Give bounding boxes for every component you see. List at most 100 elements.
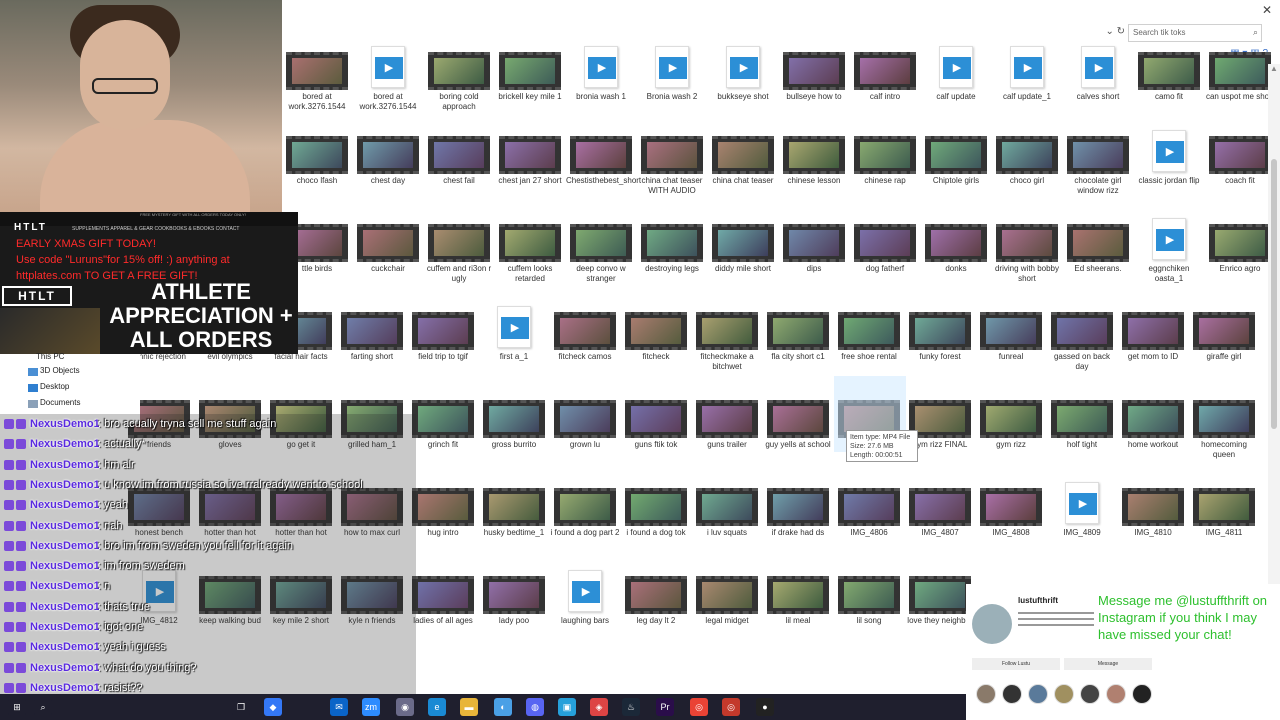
file-item[interactable]: china chat teaser WITH AUDIO <box>637 136 707 222</box>
file-item[interactable]: homecoming queen <box>1189 400 1259 486</box>
outlook-icon[interactable]: ✉ <box>330 698 348 716</box>
file-item[interactable]: brickell key mile 1 <box>495 52 565 138</box>
chrome2-icon[interactable]: ◎ <box>722 698 740 716</box>
file-item[interactable]: bullseye how to <box>779 52 849 138</box>
app4-icon[interactable]: ▣ <box>558 698 576 716</box>
highlight-icon[interactable] <box>1080 684 1100 704</box>
nav-item-3d-objects[interactable]: 3D Objects <box>40 366 80 375</box>
nav-item-desktop[interactable]: Desktop <box>40 382 69 391</box>
file-item[interactable]: holf tight <box>1047 400 1117 486</box>
steam-icon[interactable]: ♨ <box>622 698 640 716</box>
file-item[interactable]: driving with bobby short <box>992 224 1062 310</box>
highlight-icon[interactable] <box>1028 684 1048 704</box>
file-item[interactable]: chinese rap <box>850 136 920 222</box>
file-item[interactable]: coach fit <box>1205 136 1275 222</box>
file-item[interactable]: IMG_4808 <box>976 488 1046 574</box>
scroll-thumb[interactable] <box>1271 159 1277 429</box>
file-item[interactable]: leg day lt 2 <box>621 576 691 662</box>
highlight-icon[interactable] <box>976 684 996 704</box>
file-item[interactable]: fitcheck camos <box>550 312 620 398</box>
file-item[interactable]: chest day <box>353 136 423 222</box>
file-item[interactable]: choco girl <box>992 136 1062 222</box>
folder-icon[interactable]: ▬ <box>460 698 478 716</box>
file-item[interactable]: funky forest <box>905 312 975 398</box>
file-item[interactable]: fla city short c1 <box>763 312 833 398</box>
file-item[interactable]: diddy mile short <box>708 224 778 310</box>
highlight-icon[interactable] <box>1054 684 1074 704</box>
file-item[interactable]: lady poo <box>479 576 549 662</box>
file-item[interactable]: legal midget <box>692 576 762 662</box>
file-item[interactable]: grinch fit <box>408 400 478 486</box>
follow-button[interactable]: Follow Lustu <box>972 658 1060 670</box>
file-item[interactable]: farting short <box>337 312 407 398</box>
highlight-icon[interactable] <box>1106 684 1126 704</box>
file-item[interactable]: guy yells at school <box>763 400 833 486</box>
file-item[interactable]: ▶ bronia wash 1 <box>566 46 636 138</box>
file-item[interactable]: cuckchair <box>353 224 423 310</box>
file-item[interactable]: boring cold approach <box>424 52 494 138</box>
chrome-icon[interactable]: ◎ <box>690 698 708 716</box>
highlight-icon[interactable] <box>1002 684 1022 704</box>
file-item[interactable]: fitcheck <box>621 312 691 398</box>
file-item[interactable]: ▶ calf update <box>921 46 991 138</box>
obs-icon[interactable]: ● <box>756 698 774 716</box>
file-item[interactable]: grown lu <box>550 400 620 486</box>
file-item[interactable]: ▶ bukkseye shot <box>708 46 778 138</box>
file-item[interactable]: hug intro <box>408 488 478 574</box>
file-item[interactable]: gassed on back day <box>1047 312 1117 398</box>
file-item[interactable]: Chiptole girls <box>921 136 991 222</box>
file-item[interactable]: IMG_4811 <box>1189 488 1259 574</box>
taskview-icon[interactable]: ❐ <box>232 698 250 716</box>
file-item[interactable]: IMG_4810 <box>1118 488 1188 574</box>
file-item[interactable]: bored at work.3276.1544 <box>282 52 352 138</box>
file-item[interactable]: ▶ classic jordan flip <box>1134 130 1204 222</box>
scroll-up-icon[interactable]: ▲ <box>1270 64 1278 73</box>
file-item[interactable]: fitcheckmake a bitchwet <box>692 312 762 398</box>
file-item[interactable]: giraffe girl <box>1189 312 1259 398</box>
file-item[interactable]: IMG_4807 <box>905 488 975 574</box>
file-item[interactable]: ▶ eggnchiken oasta_1 <box>1134 218 1204 310</box>
file-item[interactable]: cuffem and ri3on r ugly <box>424 224 494 310</box>
app-icon[interactable]: ◆ <box>264 698 282 716</box>
file-item[interactable]: ▶ calf update_1 <box>992 46 1062 138</box>
file-item[interactable]: i found a dog tok <box>621 488 691 574</box>
file-item[interactable]: lil song <box>834 576 904 662</box>
file-item[interactable]: ▶ first a_1 <box>479 306 549 398</box>
file-item[interactable]: chest jan 27 short <box>495 136 565 222</box>
file-item[interactable]: husky bedtime_1 <box>479 488 549 574</box>
file-item[interactable]: love they neighbor <box>905 576 975 662</box>
nav-item-this-pc[interactable]: This PC <box>36 352 64 361</box>
file-item[interactable]: field trip to tgif <box>408 312 478 398</box>
app2-icon[interactable]: ◉ <box>396 698 414 716</box>
file-item[interactable]: gross burrito <box>479 400 549 486</box>
file-item[interactable]: deep convo w stranger <box>566 224 636 310</box>
edge-icon[interactable]: e <box>428 698 446 716</box>
file-item[interactable]: home workout <box>1118 400 1188 486</box>
file-item[interactable]: choco lfash <box>282 136 352 222</box>
file-item[interactable]: chinese lesson <box>779 136 849 222</box>
file-item[interactable]: ladies of all ages <box>408 576 478 662</box>
file-item[interactable]: ▶ laughing bars <box>550 570 620 662</box>
highlight-icon[interactable] <box>1132 684 1152 704</box>
file-item[interactable]: dips <box>779 224 849 310</box>
app3-icon[interactable]: ◐ <box>494 698 512 716</box>
file-item[interactable]: get mom to ID <box>1118 312 1188 398</box>
file-item[interactable]: ▶ IMG_4809 <box>1047 482 1117 574</box>
file-item[interactable]: i found a dog part 2 <box>550 488 620 574</box>
vertical-scrollbar[interactable]: ▲ <box>1268 64 1280 664</box>
zoom-icon[interactable]: zm <box>362 698 380 716</box>
file-item[interactable]: ▶ bored at work.3276.1544 <box>353 46 423 138</box>
file-item[interactable]: china chat teaser <box>708 136 778 222</box>
premiere-icon[interactable]: Pr <box>656 698 674 716</box>
nav-item-documents[interactable]: Documents <box>40 398 80 407</box>
file-item[interactable]: calf intro <box>850 52 920 138</box>
file-item[interactable]: IMG_4806 <box>834 488 904 574</box>
file-item[interactable]: funreal <box>976 312 1046 398</box>
file-item[interactable]: Enrico agro <box>1205 224 1275 310</box>
file-item[interactable]: can uspot me short <box>1205 52 1275 138</box>
search-input[interactable]: Search tik toks ⌕ <box>1128 24 1262 42</box>
file-item[interactable]: chest fail <box>424 136 494 222</box>
file-item[interactable]: ▶ Bronia wash 2 <box>637 46 707 138</box>
file-item[interactable]: camo fit <box>1134 52 1204 138</box>
app5-icon[interactable]: ◈ <box>590 698 608 716</box>
